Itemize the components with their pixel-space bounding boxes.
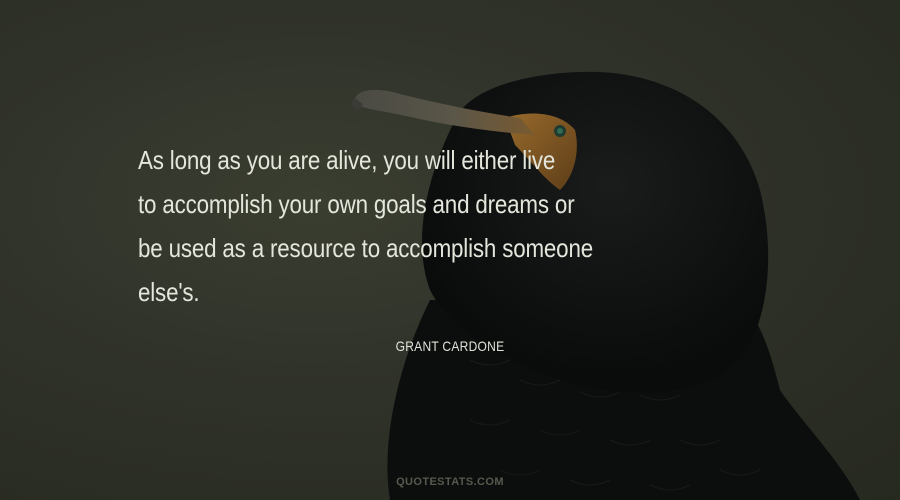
- quote-line: As long as you are alive, you will eithe…: [138, 145, 556, 175]
- quote-line: to accomplish your own goals and dreams …: [138, 189, 575, 219]
- quote-line: be used as a resource to accomplish some…: [138, 233, 593, 263]
- watermark: quotestats.com: [396, 476, 504, 488]
- quote-card: As long as you are alive, you will eithe…: [0, 0, 900, 500]
- quote-author: Grant Cardone: [395, 338, 505, 354]
- quote-text: As long as you are alive, you will eithe…: [138, 142, 778, 318]
- quote-line: else's.: [138, 277, 200, 307]
